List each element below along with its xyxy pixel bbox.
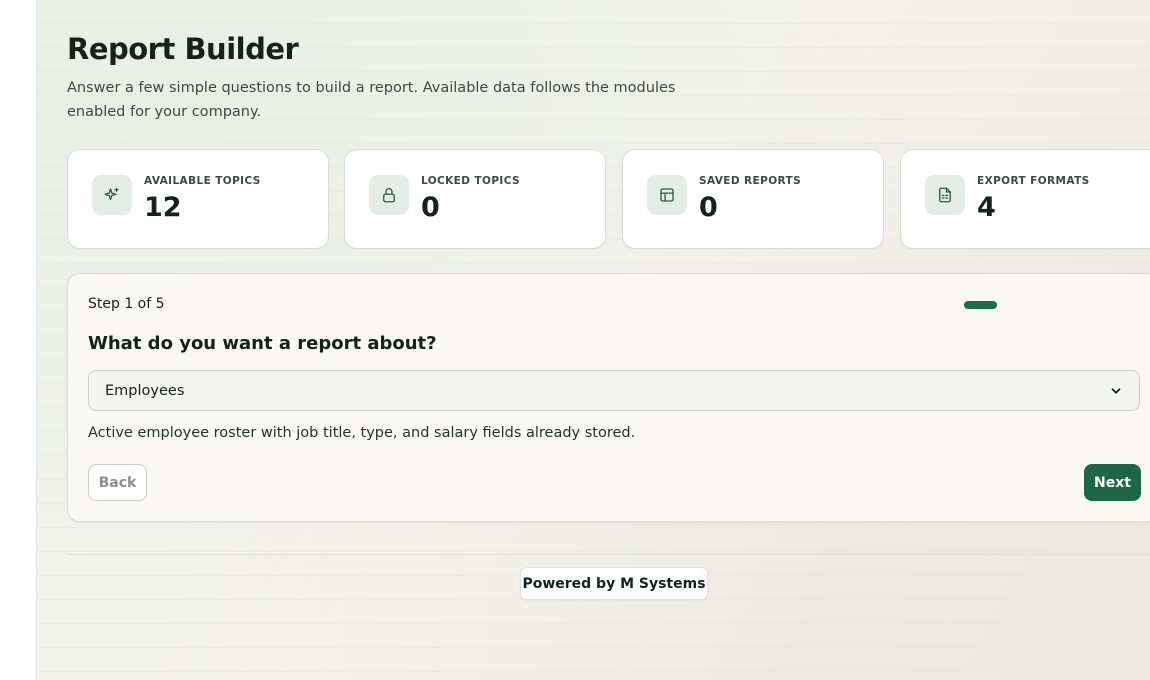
left-rail <box>0 0 37 680</box>
stat-card-locked-topics: LOCKED TOPICS 0 <box>344 149 606 249</box>
next-button[interactable]: Next <box>1084 464 1141 501</box>
stat-card-available-topics: AVAILABLE TOPICS 12 <box>67 149 329 249</box>
file-spreadsheet-icon <box>925 175 965 215</box>
report-wizard-card: Step 1 of 5 What do you want a report ab… <box>67 273 1150 522</box>
topic-description: Active employee roster with job title, t… <box>88 425 636 441</box>
page-subtitle: Answer a few simple questions to build a… <box>67 80 676 120</box>
stat-label: EXPORT FORMATS <box>977 175 1090 187</box>
stat-label: LOCKED TOPICS <box>421 175 520 187</box>
wizard-question: What do you want a report about? <box>88 333 437 354</box>
sparkles-icon <box>92 175 132 215</box>
step-progress-indicator <box>964 301 997 309</box>
stat-label: SAVED REPORTS <box>699 175 802 187</box>
stat-value: 12 <box>144 192 182 223</box>
topic-select[interactable]: Employees <box>88 370 1140 411</box>
stat-card-export-formats: EXPORT FORMATS 4 <box>900 149 1150 249</box>
chevron-down-icon <box>1111 387 1121 394</box>
stat-card-saved-reports: SAVED REPORTS 0 <box>622 149 884 249</box>
main-content: Report Builder Answer a few simple quest… <box>37 0 1150 680</box>
step-indicator: Step 1 of 5 <box>88 296 165 312</box>
powered-by-badge: Powered by M Systems <box>520 567 708 600</box>
stat-value: 0 <box>699 192 718 223</box>
footer-divider <box>67 554 1150 555</box>
stat-label: AVAILABLE TOPICS <box>144 175 261 187</box>
lock-icon <box>369 175 409 215</box>
page-title: Report Builder <box>67 32 299 66</box>
table-icon <box>647 175 687 215</box>
stat-value: 0 <box>421 192 440 223</box>
stat-value: 4 <box>977 192 996 223</box>
topic-select-value: Employees <box>105 382 185 399</box>
back-button[interactable]: Back <box>88 464 147 501</box>
